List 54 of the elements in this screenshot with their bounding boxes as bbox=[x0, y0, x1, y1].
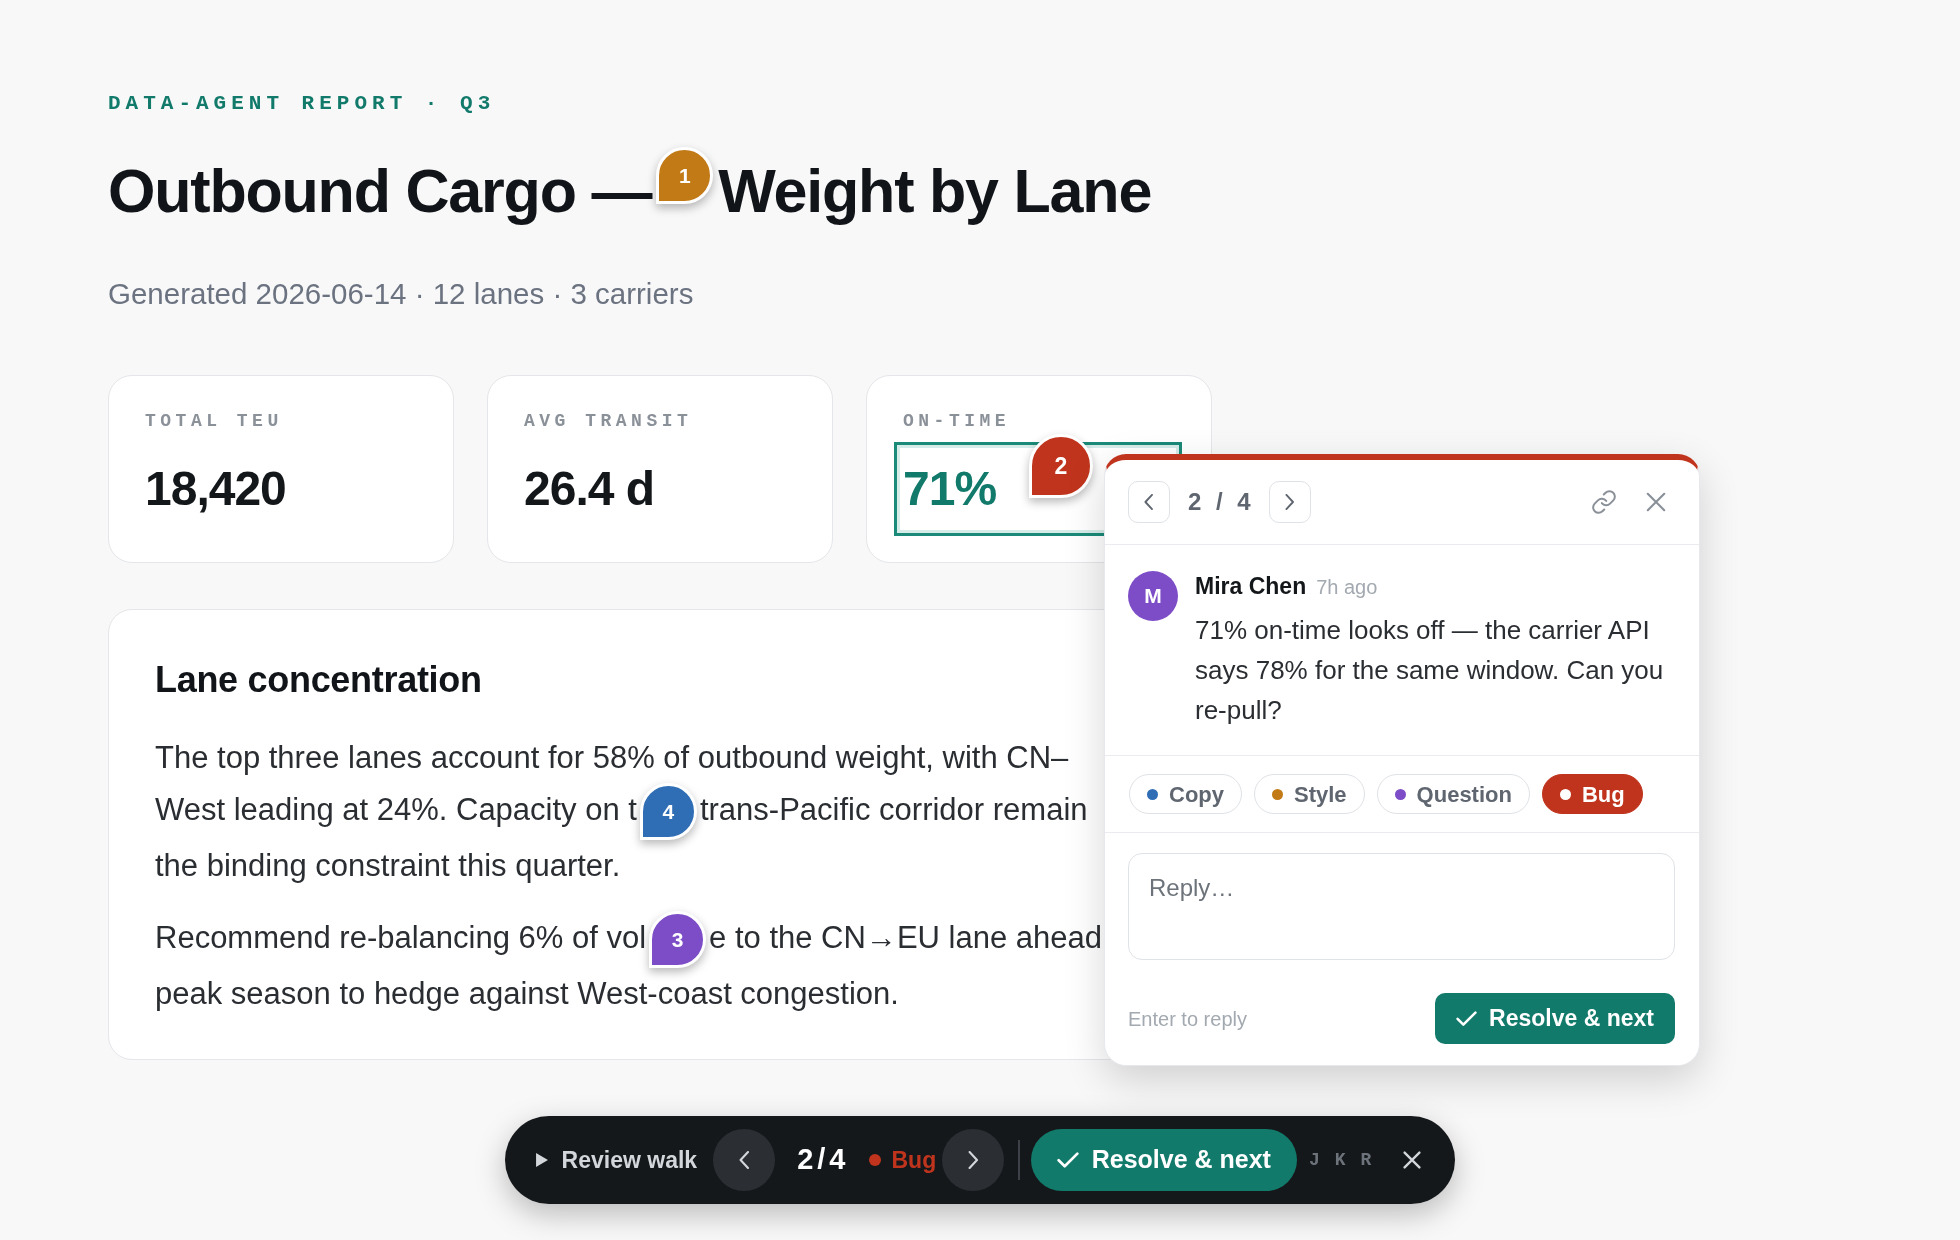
resolve-next-button[interactable]: Resolve & next bbox=[1030, 1129, 1297, 1191]
comment-pin[interactable]: 1 bbox=[656, 147, 714, 204]
category-tag[interactable]: Style bbox=[1254, 774, 1365, 814]
avatar: M bbox=[1128, 571, 1178, 621]
comment-time: 7h ago bbox=[1316, 575, 1378, 600]
category-tag[interactable]: Copy bbox=[1129, 774, 1242, 814]
walk-counter: 2/4 bbox=[797, 1142, 850, 1178]
reply-field[interactable]: Reply… bbox=[1128, 853, 1675, 960]
title-text: Weight by Lane bbox=[718, 157, 1152, 225]
close-button[interactable] bbox=[1403, 1151, 1422, 1169]
paragraph-text: the binding constraint this quarter. bbox=[155, 848, 621, 883]
chevron-right-icon bbox=[1285, 494, 1295, 510]
play-icon bbox=[535, 1153, 548, 1167]
paragraph-text: e to the CN→EU lane ahead bbox=[709, 919, 1102, 955]
title-text: Outbound Cargo — bbox=[108, 157, 652, 225]
shortcut-key: R bbox=[1360, 1146, 1372, 1174]
shortcut-key: K bbox=[1334, 1146, 1346, 1174]
chevron-right-icon bbox=[967, 1151, 979, 1169]
paragraph-text: Recommend re-balancing 6% of vol bbox=[155, 919, 647, 955]
stat-value: 18,420 bbox=[144, 461, 287, 517]
dot-icon bbox=[869, 1154, 882, 1166]
category-tag[interactable]: Question bbox=[1376, 774, 1530, 814]
close-icon bbox=[1403, 1151, 1422, 1169]
chevron-left-icon bbox=[738, 1151, 750, 1169]
review-walk-button[interactable]: Review walk bbox=[535, 1142, 698, 1178]
chevron-left-icon bbox=[1144, 494, 1154, 510]
comment-counter: 2 / 4 bbox=[1188, 487, 1251, 517]
stat-value: 26.4 d bbox=[523, 461, 656, 517]
paragraph-text: trans-Pacific corridor remain bbox=[699, 791, 1088, 827]
comment-text: 71% on-time looks off — the carrier API says 78% for the same window. Can you re-pull? bbox=[1195, 614, 1665, 727]
paragraph-text: West leading at 24%. Capacity on t bbox=[155, 791, 637, 827]
comment-pin[interactable]: 2 bbox=[1029, 434, 1093, 498]
stat-label: ON-TIME bbox=[903, 410, 1011, 432]
section-title: Lane concentration bbox=[155, 658, 482, 702]
paragraph-text: The top three lanes account for 58% of outbound weight, with CN– bbox=[155, 740, 1069, 775]
link-button[interactable] bbox=[1589, 487, 1619, 517]
previous-button[interactable] bbox=[1128, 481, 1170, 523]
report-meta: Generated 2026-06-14 · 12 lanes · 3 carriers bbox=[108, 276, 694, 312]
shortcut-key: J bbox=[1308, 1146, 1320, 1174]
author-name: Mira Chen bbox=[1195, 572, 1307, 601]
check-icon bbox=[1456, 1010, 1478, 1027]
stat-label: TOTAL TEU bbox=[145, 410, 283, 432]
paragraph-text: peak season to hedge against West-coast congestion. bbox=[155, 976, 899, 1011]
dot-icon bbox=[1559, 788, 1571, 800]
resolve-next-button[interactable]: Resolve & next bbox=[1435, 993, 1675, 1044]
next-button[interactable] bbox=[1268, 481, 1311, 523]
reply-hint: Enter to reply bbox=[1128, 1006, 1247, 1032]
category-tag[interactable]: Bug bbox=[1541, 774, 1643, 814]
link-icon bbox=[1592, 490, 1616, 514]
stat-label: AVG TRANSIT bbox=[524, 410, 693, 432]
close-icon bbox=[1646, 492, 1666, 512]
check-icon bbox=[1056, 1151, 1079, 1169]
category-label: Bug bbox=[891, 1145, 937, 1175]
report-eyebrow: DATA-AGENT REPORT · Q3 bbox=[108, 92, 496, 116]
